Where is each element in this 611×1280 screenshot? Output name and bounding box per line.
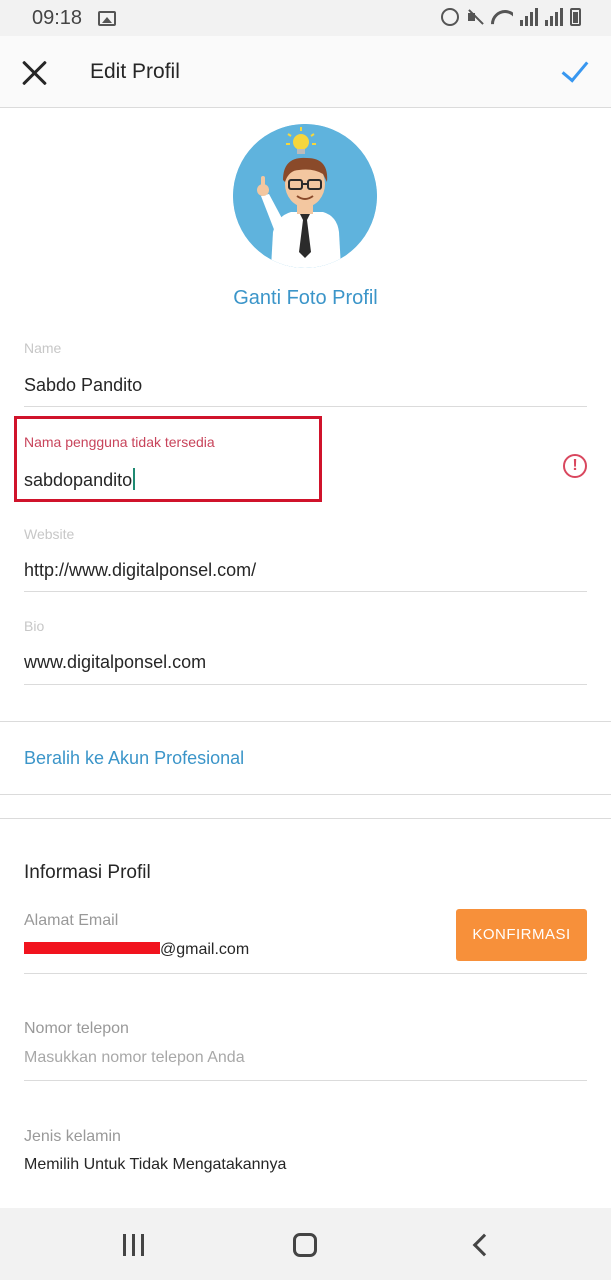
wifi-icon [491,10,513,26]
battery-icon [570,8,581,26]
website-field[interactable]: Website http://www.digitalponsel.com/ [24,526,587,596]
name-field[interactable]: Name Sabdo Pandito [24,340,587,410]
website-underline [24,591,587,592]
signal-icon [545,8,563,26]
phone-label: Nomor telepon [24,1020,129,1037]
system-nav-bar [0,1208,611,1280]
home-icon[interactable] [293,1233,317,1257]
website-value: http://www.digitalponsel.com/ [24,560,257,580]
phone-placeholder: Masukkan nomor telepon Anda [24,1049,245,1066]
top-app-bar: Edit Profil [0,36,611,108]
bio-underline [24,684,587,685]
gender-field[interactable]: Jenis kelamin Memilih Untuk Tidak Mengat… [24,1126,587,1186]
bio-field[interactable]: Bio www.digitalponsel.com [24,618,587,688]
change-profile-photo-link[interactable]: Ganti Foto Profil [0,287,611,310]
confirm-email-button[interactable]: KONFIRMASI [456,909,587,961]
email-value: @gmail.com [160,941,250,958]
gender-label: Jenis kelamin [24,1128,121,1145]
gender-value: Memilih Untuk Tidak Mengatakannya [24,1156,287,1173]
recent-apps-icon[interactable] [123,1234,147,1256]
alarm-icon [441,8,459,26]
profile-info-title: Informasi Profil [24,862,151,883]
signal-icon [520,8,538,26]
status-time: 09:18 [32,7,83,29]
close-icon[interactable] [18,56,52,90]
edit-profile-screen: 09:18 Edit Profil Ganti Foto Profil Name… [0,0,611,1280]
bio-label: Bio [24,618,45,634]
section-divider [0,721,611,722]
section-divider [0,818,611,819]
email-underline [24,973,587,974]
error-icon: ! [563,454,587,478]
name-value: Sabdo Pandito [24,375,143,395]
avatar-illustration [233,124,377,268]
website-label: Website [24,526,75,542]
mute-icon [466,8,484,26]
bio-value: www.digitalponsel.com [24,652,207,672]
name-label: Name [24,340,62,356]
back-icon[interactable] [468,1233,492,1257]
check-icon[interactable] [557,54,591,88]
page-title: Edit Profil [90,60,180,83]
gallery-icon [98,11,116,26]
name-underline [24,406,587,407]
status-icons [441,8,581,26]
highlight-annotation [14,416,322,502]
switch-to-professional-link[interactable]: Beralih ke Akun Profesional [24,748,244,769]
phone-field[interactable]: Nomor telepon Masukkan nomor telepon And… [24,1018,587,1084]
email-label: Alamat Email [24,912,119,929]
status-bar: 09:18 [0,0,611,36]
section-divider [0,794,611,795]
redacted-email-mark [24,942,160,954]
avatar[interactable] [233,124,377,268]
phone-underline [24,1080,587,1081]
